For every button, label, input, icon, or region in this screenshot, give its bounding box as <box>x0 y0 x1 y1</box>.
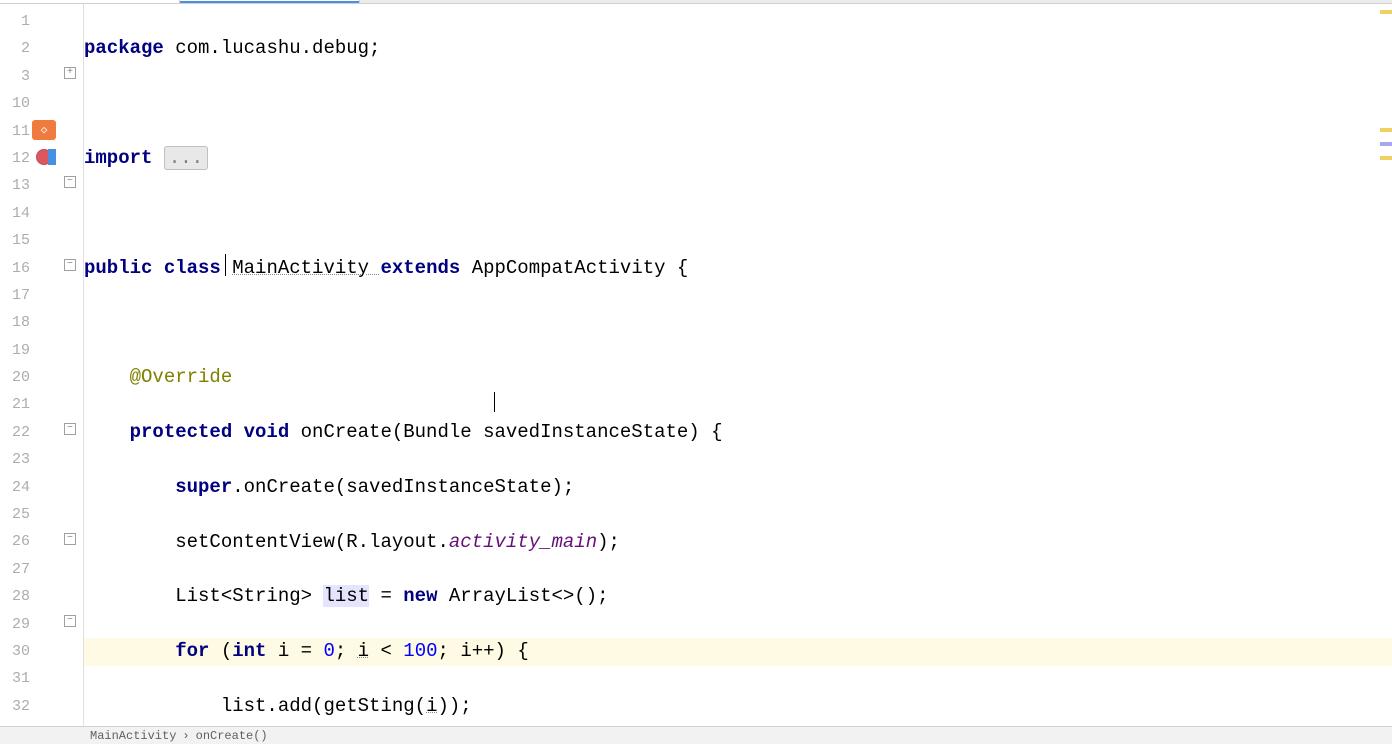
tab-mainactivity-java[interactable] <box>180 0 360 3</box>
line-number: 25 <box>0 501 30 528</box>
marker-column: ◇ <box>30 4 58 726</box>
text-cursor <box>494 392 495 412</box>
text-caret <box>225 254 226 276</box>
line-number: 3 <box>0 63 30 90</box>
fold-collapse-icon[interactable] <box>64 533 76 545</box>
line-number: 26 <box>0 528 30 555</box>
stripe-warning[interactable] <box>1380 10 1392 14</box>
code-line: public class MainActivity extends AppCom… <box>84 255 1392 282</box>
breadcrumb-class[interactable]: MainActivity <box>90 729 176 743</box>
fold-collapse-icon[interactable] <box>64 423 76 435</box>
line-number: 22 <box>0 419 30 446</box>
line-number: 29 <box>0 611 30 638</box>
code-line <box>84 309 1392 336</box>
override-icon[interactable] <box>48 149 56 165</box>
line-number: 30 <box>0 638 30 665</box>
code-area[interactable]: package com.lucashu.debug; import ... pu… <box>84 4 1392 726</box>
code-line: List<String> list = new ArrayList<>(); <box>84 583 1392 610</box>
code-line <box>84 90 1392 117</box>
code-editor[interactable]: 1 2 3 10 11 12 13 14 15 16 17 18 19 20 2… <box>0 4 1392 726</box>
line-number: 11 <box>0 118 30 145</box>
breadcrumb-method[interactable]: onCreate() <box>196 729 268 743</box>
line-number: 1 <box>0 8 30 35</box>
code-line: list.add(getSting(i)); <box>84 693 1392 720</box>
line-number: 23 <box>0 446 30 473</box>
fold-collapse-icon[interactable] <box>64 615 76 627</box>
line-number: 27 <box>0 556 30 583</box>
tab-activity-main[interactable] <box>0 0 180 3</box>
class-icon[interactable]: ◇ <box>32 120 56 140</box>
code-line: package com.lucashu.debug; <box>84 35 1392 62</box>
line-number: 32 <box>0 693 30 720</box>
line-number: 16 <box>0 255 30 282</box>
line-number: 12 <box>0 145 30 172</box>
code-line: @Override <box>84 364 1392 391</box>
line-number: 13 <box>0 172 30 199</box>
line-number: 15 <box>0 227 30 254</box>
fold-collapse-icon[interactable] <box>64 259 76 271</box>
gutter: 1 2 3 10 11 12 13 14 15 16 17 18 19 20 2… <box>0 4 84 726</box>
fold-expand-icon[interactable] <box>64 67 76 79</box>
stripe-warning[interactable] <box>1380 156 1392 160</box>
folded-imports[interactable]: ... <box>164 146 208 170</box>
line-number: 28 <box>0 583 30 610</box>
breadcrumb: MainActivity › onCreate() <box>0 726 1392 744</box>
line-number: 24 <box>0 474 30 501</box>
code-line: protected void onCreate(Bundle savedInst… <box>84 419 1392 446</box>
line-number: 17 <box>0 282 30 309</box>
line-number: 19 <box>0 337 30 364</box>
chevron-right-icon: › <box>182 729 189 743</box>
code-line: import ... <box>84 145 1392 172</box>
line-number: 31 <box>0 665 30 692</box>
fold-collapse-icon[interactable] <box>64 176 76 188</box>
line-number: 20 <box>0 364 30 391</box>
line-number: 10 <box>0 90 30 117</box>
line-number: 18 <box>0 309 30 336</box>
line-number-column: 1 2 3 10 11 12 13 14 15 16 17 18 19 20 2… <box>0 4 30 726</box>
stripe-selection[interactable] <box>1380 142 1392 146</box>
error-stripe[interactable] <box>1380 8 1392 726</box>
fold-column <box>58 4 84 726</box>
line-number: 2 <box>0 35 30 62</box>
code-line <box>84 200 1392 227</box>
stripe-warning[interactable] <box>1380 128 1392 132</box>
code-line: super.onCreate(savedInstanceState); <box>84 474 1392 501</box>
line-number: 21 <box>0 391 30 418</box>
code-line-current: for (int i = 0; i < 100; i++) { <box>84 638 1392 665</box>
line-number: 14 <box>0 200 30 227</box>
code-line: setContentView(R.layout.activity_main); <box>84 529 1392 556</box>
